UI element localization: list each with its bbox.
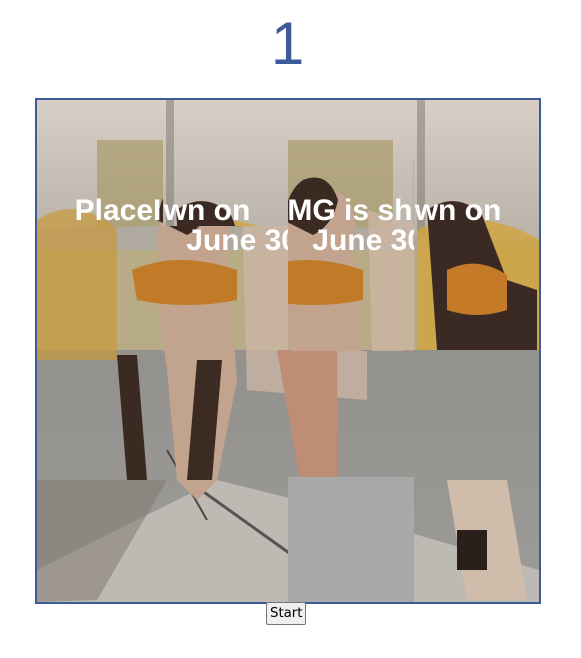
puzzle-tile-10[interactable] [162, 351, 289, 477]
puzzle-tile-16[interactable] [413, 476, 539, 602]
move-counter: 1 [270, 10, 305, 77]
puzzle-tile-7[interactable] [288, 225, 414, 352]
puzzle-tile-13[interactable] [37, 476, 163, 602]
puzzle-tile-8[interactable] [413, 225, 539, 352]
puzzle-tile-15[interactable] [288, 476, 414, 602]
puzzle-tile-11[interactable] [288, 351, 414, 477]
puzzle-board [35, 98, 541, 604]
start-button[interactable]: Start [266, 602, 307, 625]
puzzle-tile-3[interactable] [288, 100, 414, 226]
puzzle-tile-4[interactable] [413, 100, 539, 226]
puzzle-tile-9[interactable] [37, 351, 163, 477]
puzzle-tile-1[interactable] [37, 100, 163, 226]
puzzle-tile-6[interactable] [162, 225, 289, 352]
puzzle-tile-12[interactable] [413, 351, 539, 477]
puzzle-tile-5[interactable] [37, 225, 163, 352]
puzzle-tile-2[interactable] [162, 100, 289, 226]
puzzle-tile-14[interactable] [162, 476, 289, 602]
